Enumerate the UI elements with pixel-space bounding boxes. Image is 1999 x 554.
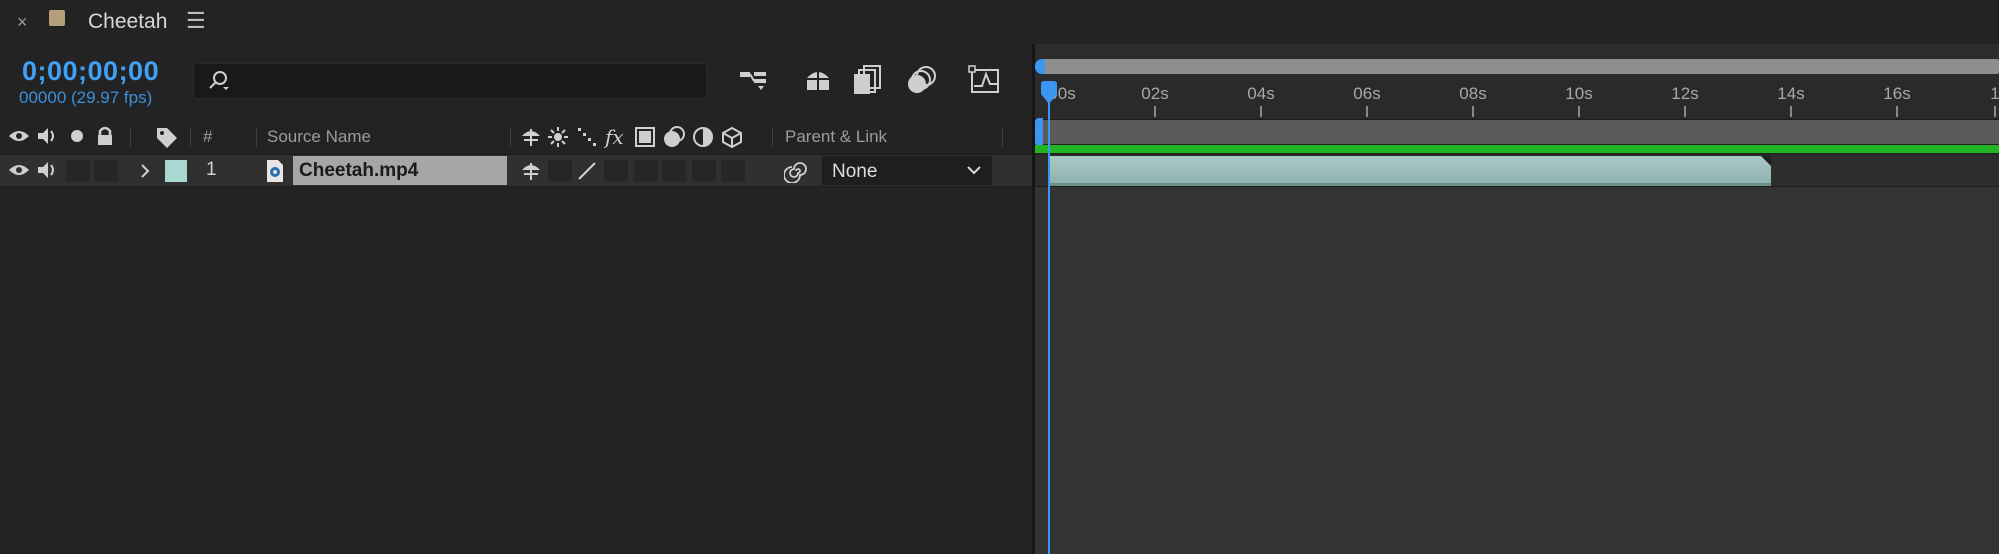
frame-blending-icon[interactable]	[850, 62, 886, 98]
work-area-bar[interactable]	[1035, 120, 1999, 144]
3d-layer-icon[interactable]	[721, 126, 743, 148]
draft-3d-icon[interactable]	[800, 62, 836, 98]
time-ruler-tick	[1790, 106, 1792, 117]
panel-menu-icon[interactable]: ☰	[186, 8, 206, 34]
time-ruler-label: 08s	[1459, 84, 1487, 103]
composition-flowchart-icon[interactable]	[736, 62, 772, 98]
time-ruler-label: 06s	[1353, 84, 1381, 103]
chevron-down-icon	[967, 166, 981, 175]
footage-file-icon	[267, 160, 283, 182]
time-ruler-tick	[1366, 106, 1368, 117]
time-ruler-label: 1	[1990, 84, 1999, 103]
solo-switch[interactable]	[66, 160, 90, 182]
audio-icon[interactable]	[36, 160, 58, 180]
time-ruler-label: 10s	[1565, 84, 1593, 103]
current-time-indicator-icon[interactable]	[1040, 80, 1058, 116]
time-ruler-tick	[1154, 106, 1156, 117]
time-ruler-label: 16s	[1883, 84, 1911, 103]
frame-blend-switch[interactable]	[634, 160, 658, 182]
quality-switch-icon[interactable]	[576, 126, 598, 148]
work-area-start-handle[interactable]	[1035, 118, 1043, 146]
effects-switch[interactable]	[604, 160, 628, 182]
layer-name: Cheetah.mp4	[299, 160, 419, 181]
search-input[interactable]	[238, 68, 697, 96]
layer-out-point-marker[interactable]	[1761, 156, 1771, 166]
3d-layer-switch[interactable]	[721, 160, 745, 182]
motion-blur-icon[interactable]	[904, 62, 940, 98]
search-icon[interactable]	[208, 70, 230, 92]
layer-number: 1	[206, 159, 217, 180]
time-ruler-tick	[1260, 106, 1262, 117]
current-time-display[interactable]: 0;00;00;00	[22, 56, 159, 86]
column-separator[interactable]	[510, 127, 511, 147]
time-ruler-label: 12s	[1671, 84, 1699, 103]
layer-number-header[interactable]: #	[203, 127, 212, 147]
pick-whip-icon[interactable]	[784, 159, 808, 183]
close-tab-icon[interactable]: ×	[17, 10, 28, 34]
layer-row[interactable]: 1 Cheetah.mp4 None	[0, 155, 1032, 187]
layer-name-field[interactable]: Cheetah.mp4	[293, 156, 507, 185]
effects-fx-icon[interactable]: fx	[604, 124, 628, 148]
audio-icon[interactable]	[36, 126, 58, 146]
time-ruler-label: 04s	[1247, 84, 1275, 103]
motion-blur-switch-icon[interactable]	[662, 125, 686, 149]
adjustment-layer-switch[interactable]	[692, 160, 716, 182]
quality-line-icon[interactable]	[576, 160, 598, 182]
label-tag-icon[interactable]	[155, 126, 179, 148]
time-navigator-bar[interactable]	[1040, 59, 1999, 74]
parent-dropdown[interactable]: None	[822, 156, 992, 185]
adjustment-layer-icon[interactable]	[692, 126, 714, 148]
composition-tab-title[interactable]: Cheetah	[88, 9, 167, 35]
video-visibility-icon[interactable]	[8, 162, 30, 178]
expand-chevron-icon[interactable]	[139, 163, 151, 179]
time-ruler-tick	[1994, 106, 1996, 117]
graph-editor-icon[interactable]	[968, 62, 1004, 98]
shy-switch-icon[interactable]	[520, 160, 542, 182]
svg-text:fx: fx	[604, 125, 624, 148]
motion-blur-switch[interactable]	[662, 160, 686, 182]
layer-duration-bar[interactable]	[1048, 156, 1771, 186]
time-ruler-label: 14s	[1777, 84, 1805, 103]
lock-switch[interactable]	[94, 160, 118, 182]
layer-column-header: # Source Name fx Parent & Link	[0, 120, 1032, 155]
shy-switch-icon[interactable]	[520, 126, 542, 148]
column-separator[interactable]	[130, 127, 131, 147]
frame-count-fps: 00000 (29.97 fps)	[19, 88, 153, 107]
render-cache-indicator	[1035, 145, 1999, 153]
time-ruler-tick	[1578, 106, 1580, 117]
parent-value: None	[832, 161, 878, 182]
video-visibility-icon[interactable]	[8, 128, 30, 144]
source-name-header[interactable]: Source Name	[267, 127, 371, 147]
frame-blend-switch-icon[interactable]	[634, 126, 656, 148]
column-separator[interactable]	[190, 127, 191, 147]
lock-icon[interactable]	[96, 125, 114, 147]
time-ruler-label: 02s	[1141, 84, 1169, 103]
parent-link-header[interactable]: Parent & Link	[785, 127, 887, 147]
layer-list-empty-area[interactable]	[0, 187, 1032, 554]
comp-color-swatch	[49, 10, 65, 26]
column-separator[interactable]	[256, 127, 257, 147]
collapse-transform-icon[interactable]	[548, 127, 568, 147]
column-separator[interactable]	[772, 127, 773, 147]
timeline-empty-area[interactable]	[1035, 187, 1999, 554]
layer-search-box[interactable]	[193, 63, 707, 99]
composition-tab-bar	[0, 0, 1999, 44]
layer-label-color[interactable]	[165, 160, 187, 182]
current-time-indicator-line[interactable]	[1048, 82, 1050, 554]
time-ruler-tick	[1684, 106, 1686, 117]
time-ruler[interactable]: 00s 02s 04s 06s 08s 10s 12s 14s 16s 1	[1035, 79, 1999, 120]
time-ruler-tick	[1472, 106, 1474, 117]
solo-icon[interactable]	[69, 128, 85, 144]
column-separator[interactable]	[1002, 127, 1003, 147]
time-navigator-start-handle[interactable]	[1035, 59, 1045, 74]
collapse-transform-switch[interactable]	[548, 160, 572, 182]
time-ruler-tick	[1896, 106, 1898, 117]
